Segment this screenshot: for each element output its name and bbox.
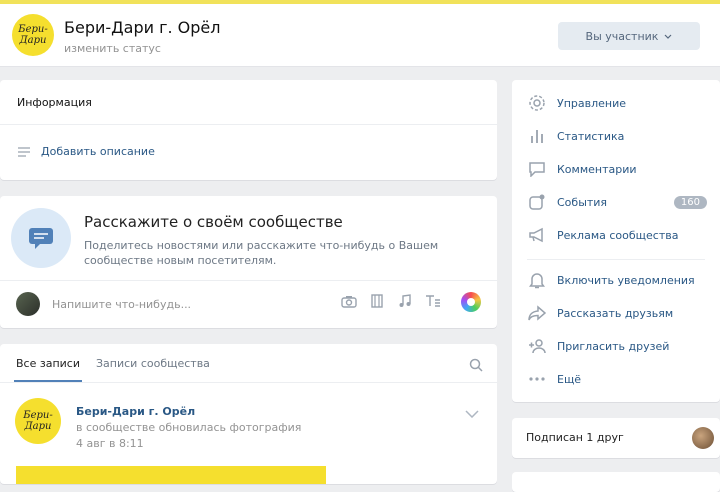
menu-item-label: Включить уведомления bbox=[557, 273, 695, 287]
menu-item-ads[interactable]: Реклама сообщества bbox=[527, 225, 707, 245]
group-menu: Управление Статистика Комментарии Событи… bbox=[512, 80, 720, 402]
add-description-link[interactable]: Добавить описание bbox=[17, 145, 155, 158]
post-date[interactable]: 4 авг в 8:11 bbox=[76, 437, 144, 450]
friends-card[interactable]: Подписан 1 друг bbox=[512, 418, 720, 458]
post-author-avatar[interactable]: Бери-Дари bbox=[15, 398, 61, 444]
friend-avatar[interactable] bbox=[692, 427, 714, 449]
menu-item-label: Ещё bbox=[557, 372, 582, 386]
megaphone-icon bbox=[527, 225, 547, 245]
share-icon bbox=[527, 303, 547, 323]
menu-item-label: Статистика bbox=[557, 129, 625, 143]
group-avatar[interactable]: Бери-Дари bbox=[12, 14, 54, 56]
divider bbox=[0, 382, 497, 383]
post-image[interactable] bbox=[16, 466, 326, 484]
add-description-label: Добавить описание bbox=[41, 145, 155, 158]
group-header: Бери-Дари Бери-Дари г. Орёл изменить ста… bbox=[0, 4, 720, 67]
music-icon[interactable] bbox=[396, 292, 414, 310]
camera-icon[interactable] bbox=[340, 292, 358, 310]
events-count-badge: 160 bbox=[673, 195, 707, 209]
menu-item-events[interactable]: События 160 bbox=[527, 192, 707, 212]
chevron-down-icon[interactable] bbox=[465, 408, 479, 421]
menu-item-label: События bbox=[557, 195, 608, 209]
divider bbox=[527, 259, 705, 260]
menu-item-label: Управление bbox=[557, 96, 627, 110]
gear-icon bbox=[527, 93, 547, 113]
menu-item-notifications[interactable]: Включить уведомления bbox=[527, 270, 707, 290]
user-avatar bbox=[16, 292, 40, 316]
compose-subtitle: Поделитесь новостями или расскажите что-… bbox=[84, 239, 439, 267]
member-button-label: Вы участник bbox=[585, 29, 659, 43]
comment-icon bbox=[527, 159, 547, 179]
compose-tools bbox=[340, 292, 442, 310]
menu-item-more[interactable]: Ещё bbox=[527, 369, 707, 389]
posts-card: Все записи Записи сообщества Бери-Дари Б… bbox=[0, 344, 497, 484]
menu-item-stats[interactable]: Статистика bbox=[527, 126, 707, 146]
menu-item-label: Рассказать друзьям bbox=[557, 306, 674, 320]
chat-bubble-icon bbox=[11, 208, 71, 268]
bell-icon bbox=[527, 270, 547, 290]
menu-item-manage[interactable]: Управление bbox=[527, 93, 707, 113]
divider bbox=[0, 124, 497, 125]
lines-icon bbox=[18, 146, 30, 157]
menu-item-share[interactable]: Рассказать друзьям bbox=[527, 303, 707, 323]
stats-icon bbox=[527, 126, 547, 146]
post-action: в сообществе обновилась фотография bbox=[76, 421, 302, 434]
compose-card: Расскажите о своём сообществе Поделитесь… bbox=[0, 196, 497, 328]
next-card bbox=[512, 472, 720, 492]
compose-title: Расскажите о своём сообществе bbox=[84, 213, 343, 231]
friends-label: Подписан 1 друг bbox=[526, 431, 624, 444]
events-icon bbox=[527, 192, 547, 212]
chevron-down-icon bbox=[665, 34, 672, 39]
menu-item-invite[interactable]: Пригласить друзей bbox=[527, 336, 707, 356]
info-title: Информация bbox=[17, 96, 92, 109]
status-link[interactable]: изменить статус bbox=[64, 42, 161, 55]
menu-item-label: Реклама сообщества bbox=[557, 228, 679, 242]
menu-item-comments[interactable]: Комментарии bbox=[527, 159, 707, 179]
more-icon bbox=[527, 369, 547, 389]
video-icon[interactable] bbox=[368, 292, 386, 310]
info-card: Информация Добавить описание bbox=[0, 80, 497, 180]
invite-icon bbox=[527, 336, 547, 356]
menu-item-label: Комментарии bbox=[557, 162, 637, 176]
search-icon[interactable] bbox=[469, 358, 483, 375]
divider bbox=[0, 280, 497, 281]
tab-community-posts[interactable]: Записи сообщества bbox=[96, 357, 210, 370]
group-title: Бери-Дари г. Орёл bbox=[64, 18, 221, 37]
member-button[interactable]: Вы участник bbox=[558, 22, 700, 50]
text-format-icon[interactable] bbox=[424, 292, 442, 310]
post-input[interactable]: Напишите что-нибудь... bbox=[52, 298, 191, 311]
tab-all-posts[interactable]: Все записи bbox=[16, 357, 80, 370]
post-author[interactable]: Бери-Дари г. Орёл bbox=[76, 405, 195, 418]
menu-item-label: Пригласить друзей bbox=[557, 339, 670, 353]
color-picker-icon[interactable] bbox=[461, 292, 481, 312]
